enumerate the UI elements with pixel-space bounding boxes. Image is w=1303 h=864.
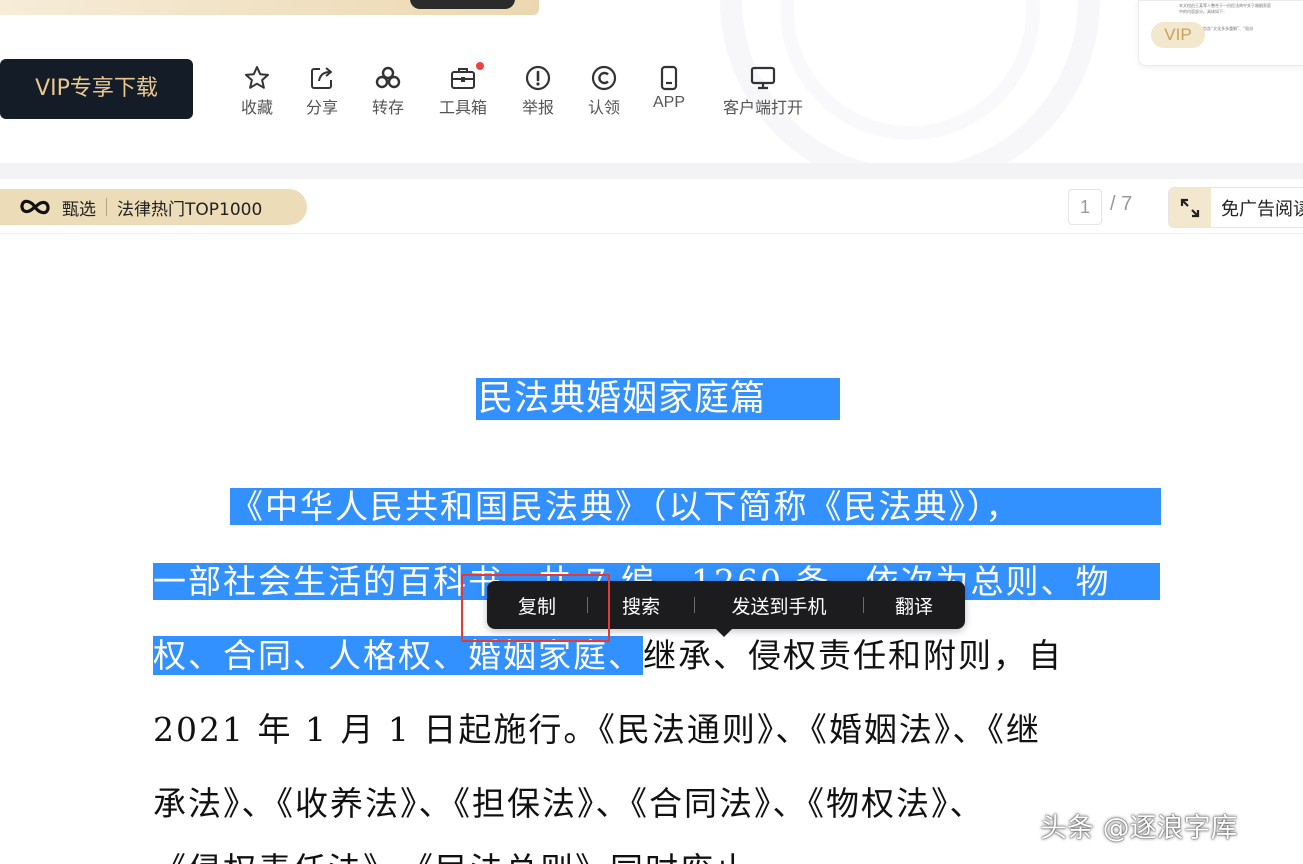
page-number-input[interactable]: 1 <box>1068 189 1102 225</box>
document-title[interactable]: 民法典婚姻家庭篇 <box>476 378 840 420</box>
vip-promo-card[interactable]: 本文档由王某等人整合于一份民法典中关于婚姻家庭 中的内容部分。具体如下： 尊享深… <box>1138 0 1303 66</box>
banner-button[interactable] <box>410 0 515 9</box>
report-label: 举报 <box>521 98 554 117</box>
notification-dot <box>476 62 484 70</box>
expand-icon <box>1169 188 1211 227</box>
selected-text[interactable]: 权、合同、人格权、婚姻家庭、 <box>153 636 643 675</box>
open-in-client-button[interactable]: 客户端打开 <box>716 64 810 118</box>
document-header-bar: 甄选 法律热门TOP1000 1 / 7 免广告阅读 <box>0 179 1303 234</box>
ad-free-reading-button[interactable]: 免广告阅读 <box>1168 187 1303 228</box>
translate-menu-item[interactable]: 翻译 <box>864 592 964 619</box>
send-to-phone-menu-item[interactable]: 发送到手机 <box>695 592 863 619</box>
category-tag[interactable]: 甄选 法律热门TOP1000 <box>0 189 307 225</box>
copyright-icon <box>584 64 624 94</box>
watermark: 头条 @逐浪字库 <box>1040 813 1238 844</box>
tag-separator <box>106 198 107 216</box>
toolbox-icon <box>446 62 484 94</box>
collect-label: 收藏 <box>240 98 273 117</box>
app-label: APP <box>652 94 685 111</box>
copy-menu-item[interactable]: 复制 <box>487 592 587 619</box>
report-button[interactable]: 举报 <box>518 64 558 118</box>
save-to-cloud-label: 转存 <box>371 98 404 117</box>
open-in-client-label: 客户端打开 <box>722 98 803 117</box>
save-to-cloud-button[interactable]: 转存 <box>368 64 408 118</box>
selection-context-menu: 复制 搜索 发送到手机 翻译 <box>487 581 965 637</box>
report-icon <box>518 64 558 94</box>
search-menu-item[interactable]: 搜索 <box>588 592 694 619</box>
claim-button[interactable]: 认领 <box>584 64 624 118</box>
toolbox-button[interactable]: 工具箱 <box>435 62 491 118</box>
ad-free-reading-label: 免广告阅读 <box>1221 198 1303 220</box>
paragraph-line[interactable]: 《侵权责任法》、《民法总则》同时废止。 <box>153 851 785 864</box>
share-label: 分享 <box>305 98 338 117</box>
claim-label: 认领 <box>587 98 620 117</box>
category-label: 法律热门TOP1000 <box>117 199 263 220</box>
unselected-text[interactable]: 继承、侵权责任和附则，自 <box>643 636 1063 675</box>
paragraph-line[interactable]: 承法》、《收养法》、《担保法》、《合同法》、《物权法》、 <box>153 785 985 822</box>
monitor-icon <box>716 64 810 94</box>
promo-text-line: 本文档由王某等人整合于一份民法典中关于婚姻家庭 <box>1179 3 1271 8</box>
vip-download-button[interactable]: VIP专享下载 <box>0 59 193 119</box>
star-icon <box>237 64 277 94</box>
share-icon <box>302 64 342 94</box>
collect-button[interactable]: 收藏 <box>237 64 277 118</box>
app-button[interactable]: APP <box>649 64 689 112</box>
infinity-icon <box>18 197 52 217</box>
top-banner[interactable] <box>0 0 539 15</box>
share-button[interactable]: 分享 <box>302 64 342 118</box>
vip-badge: VIP <box>1151 22 1205 48</box>
page-total: / 7 <box>1110 193 1133 215</box>
paragraph-line[interactable]: 权、合同、人格权、婚姻家庭、继承、侵权责任和附则，自 <box>153 636 1063 675</box>
brand-label: 甄选 <box>62 199 96 220</box>
toolbox-label: 工具箱 <box>438 98 487 117</box>
promo-text-line: 中的内容部分。具体如下： <box>1179 9 1227 14</box>
phone-icon <box>649 64 689 94</box>
section-divider <box>0 163 1303 179</box>
paragraph-line[interactable]: 《中华人民共和国民法典》（以下简称《民法典》）， <box>230 488 1161 525</box>
cloud-save-icon <box>368 64 408 94</box>
paragraph-line[interactable]: 2021 年 1 月 1 日起施行。《民法通则》、《婚姻法》、《继 <box>153 711 1041 748</box>
